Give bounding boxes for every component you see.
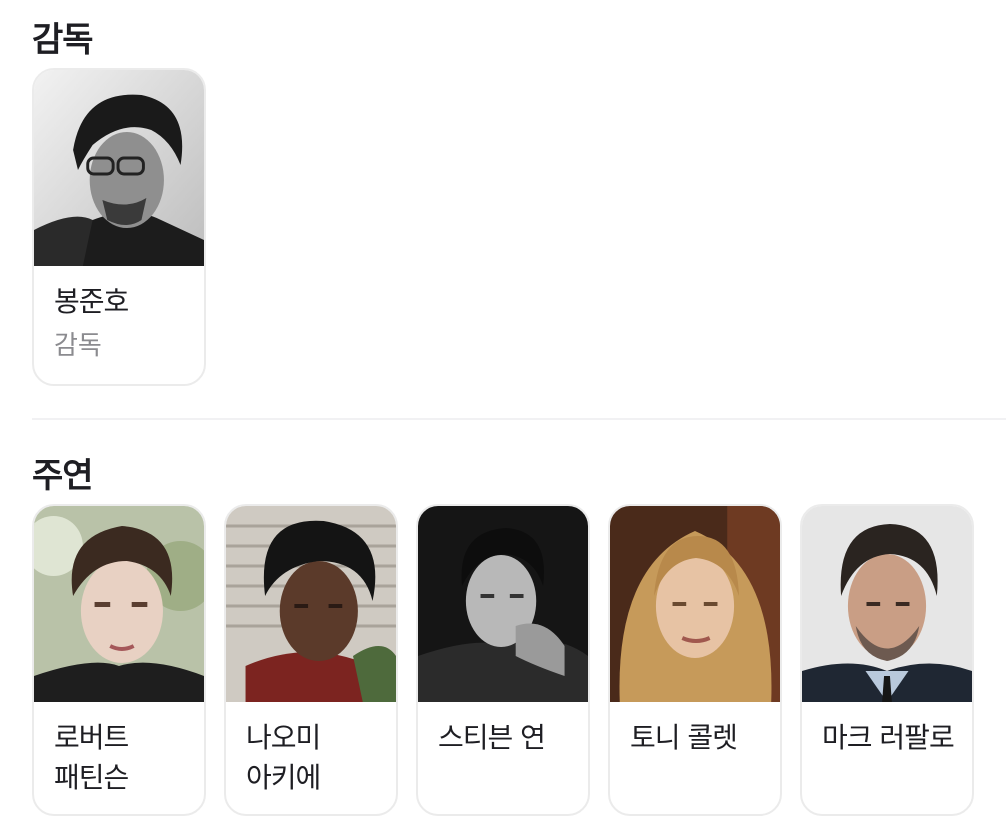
person-name: 스티븐 연 [438,721,546,754]
person-name: 봉준호 [54,285,129,318]
person-name: 로버트 패틴슨 [54,721,129,794]
director-card-list: 봉준호 감독 [32,68,206,386]
cast-card-list: 로버트 패틴슨 나오미 아키에 스티븐 연 토니 콜렛 마크 러팔로 [32,504,974,816]
movie-people-page: 감독 봉준호 감독 주연 로버트 패틴슨 나오미 아키에 스티븐 연 토니 콜렛… [0,0,1006,840]
person-card-cast[interactable]: 마크 러팔로 [800,504,974,816]
person-photo-steven-yeun [418,506,588,702]
person-photo-mark-ruffalo [802,506,972,702]
person-photo-director [34,70,204,266]
person-card-cast[interactable]: 로버트 패틴슨 [32,504,206,816]
person-card-cast[interactable]: 스티븐 연 [416,504,590,816]
person-card-cast[interactable]: 토니 콜렛 [608,504,782,816]
person-role: 감독 [54,331,102,361]
person-name: 토니 콜렛 [630,721,738,754]
person-name: 마크 러팔로 [822,721,955,754]
section-divider [32,418,1006,420]
person-name: 나오미 아키에 [246,721,321,794]
director-section-title: 감독 [32,20,94,60]
person-photo-robert-pattinson [34,506,204,702]
person-card-director[interactable]: 봉준호 감독 [32,68,206,386]
person-card-cast[interactable]: 나오미 아키에 [224,504,398,816]
cast-section-title: 주연 [32,456,94,496]
person-photo-toni-collette [610,506,780,702]
person-photo-naomi-ackie [226,506,396,702]
